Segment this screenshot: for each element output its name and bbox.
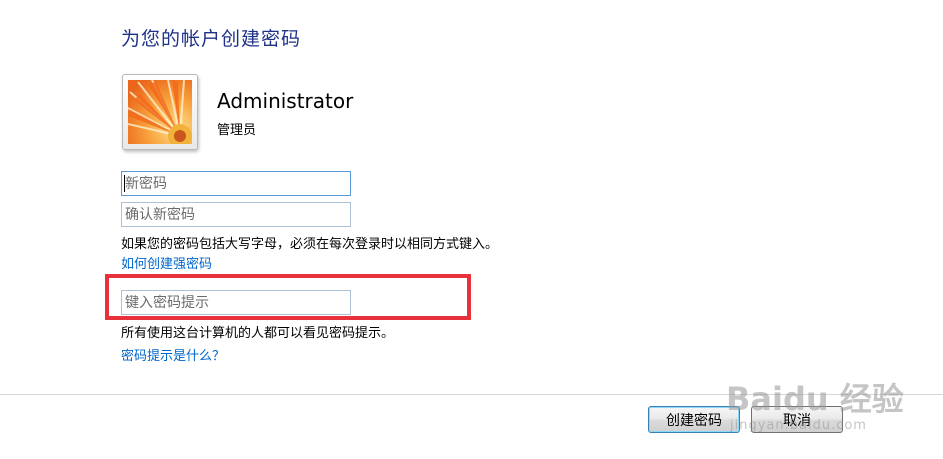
user-name: Administrator <box>217 89 354 113</box>
flower-avatar-icon <box>128 80 192 144</box>
hint-visibility-notice: 所有使用这台计算机的人都可以看见密码提示。 <box>121 326 395 341</box>
footer-divider <box>0 394 943 395</box>
user-role: 管理员 <box>217 123 257 138</box>
confirm-password-field[interactable] <box>121 202 351 227</box>
avatar <box>122 74 198 150</box>
strong-password-link[interactable]: 如何创建强密码 <box>121 253 212 272</box>
hint-help-link[interactable]: 密码提示是什么？ <box>121 345 225 364</box>
cancel-button[interactable]: 取消 <box>751 406 843 433</box>
create-password-button[interactable]: 创建密码 <box>648 406 740 433</box>
highlight-annotation-box <box>105 274 471 320</box>
page-title: 为您的帐户创建密码 <box>121 28 302 50</box>
text-caret <box>124 175 125 192</box>
caps-notice: 如果您的密码包括大写字母，必须在每次登录时以相同方式键入。 <box>121 237 499 252</box>
new-password-field[interactable] <box>121 171 351 196</box>
